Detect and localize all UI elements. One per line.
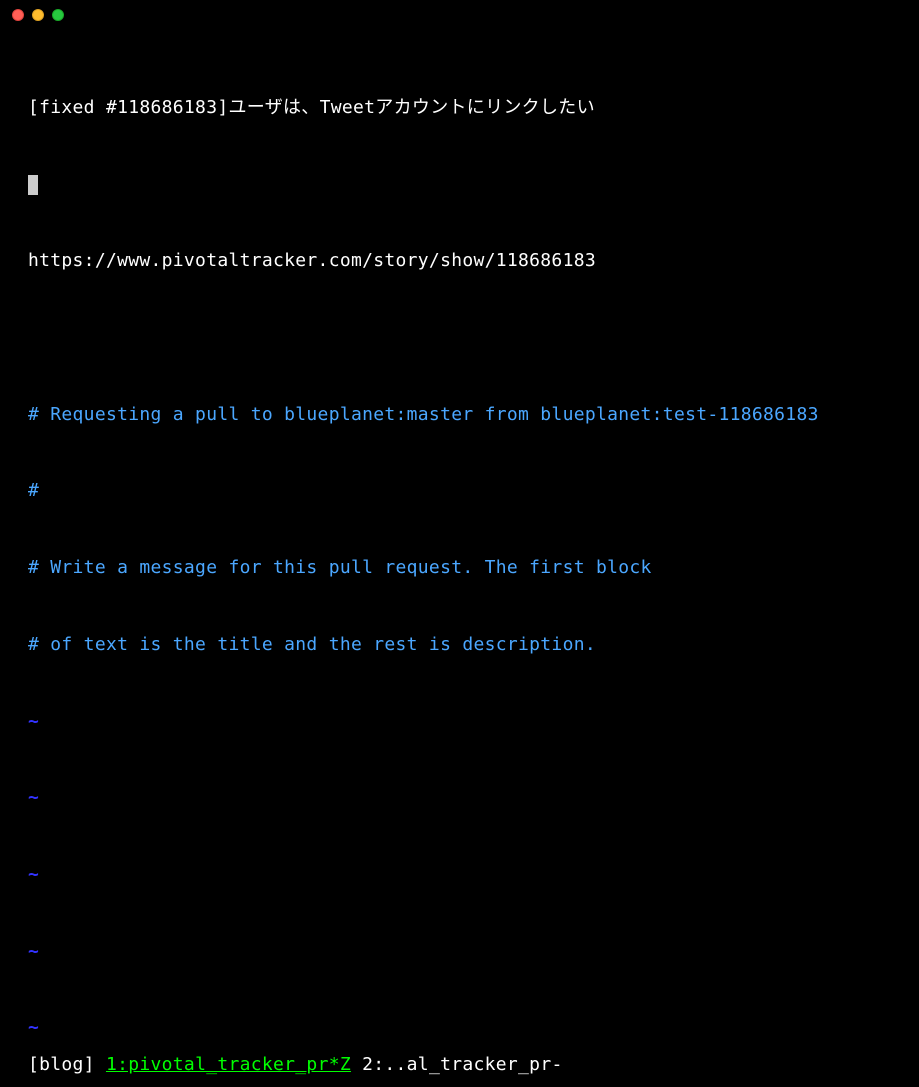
maximize-icon[interactable] [52,9,64,21]
empty-line-tilde: ~ [28,939,899,965]
cursor-line [28,172,899,198]
url-line: https://www.pivotaltracker.com/story/sho… [28,248,899,274]
titlebar[interactable] [0,0,919,30]
comment-line: # [28,478,899,504]
close-icon[interactable] [12,9,24,21]
terminal-window: [fixed #118686183]ユーザは、Tweetアカウントにリンクしたい… [0,0,919,1087]
comment-line: # Write a message for this pull request.… [28,555,899,581]
empty-line-tilde: ~ [28,1015,899,1041]
cursor-icon [28,175,38,195]
comment-line: # of text is the title and the rest is d… [28,632,899,658]
minimize-icon[interactable] [32,9,44,21]
empty-line-tilde: ~ [28,785,899,811]
comment-line: # Requesting a pull to blueplanet:master… [28,402,899,428]
empty-line-tilde: ~ [28,709,899,735]
commit-title-line: [fixed #118686183]ユーザは、Tweetアカウントにリンクしたい [28,95,899,121]
tmux-status-bar: [blog] 1:pivotal_tracker_pr*Z 2:..al_tra… [28,1052,563,1078]
empty-line-tilde: ~ [28,862,899,888]
tab-inactive[interactable]: 2:..al_tracker_pr- [362,1054,562,1075]
session-name: [blog] [28,1054,95,1075]
editor-content[interactable]: [fixed #118686183]ユーザは、Tweetアカウントにリンクしたい… [0,30,919,1087]
tab-active[interactable]: 1:pivotal_tracker_pr*Z [106,1054,351,1075]
blank-line [28,325,899,351]
